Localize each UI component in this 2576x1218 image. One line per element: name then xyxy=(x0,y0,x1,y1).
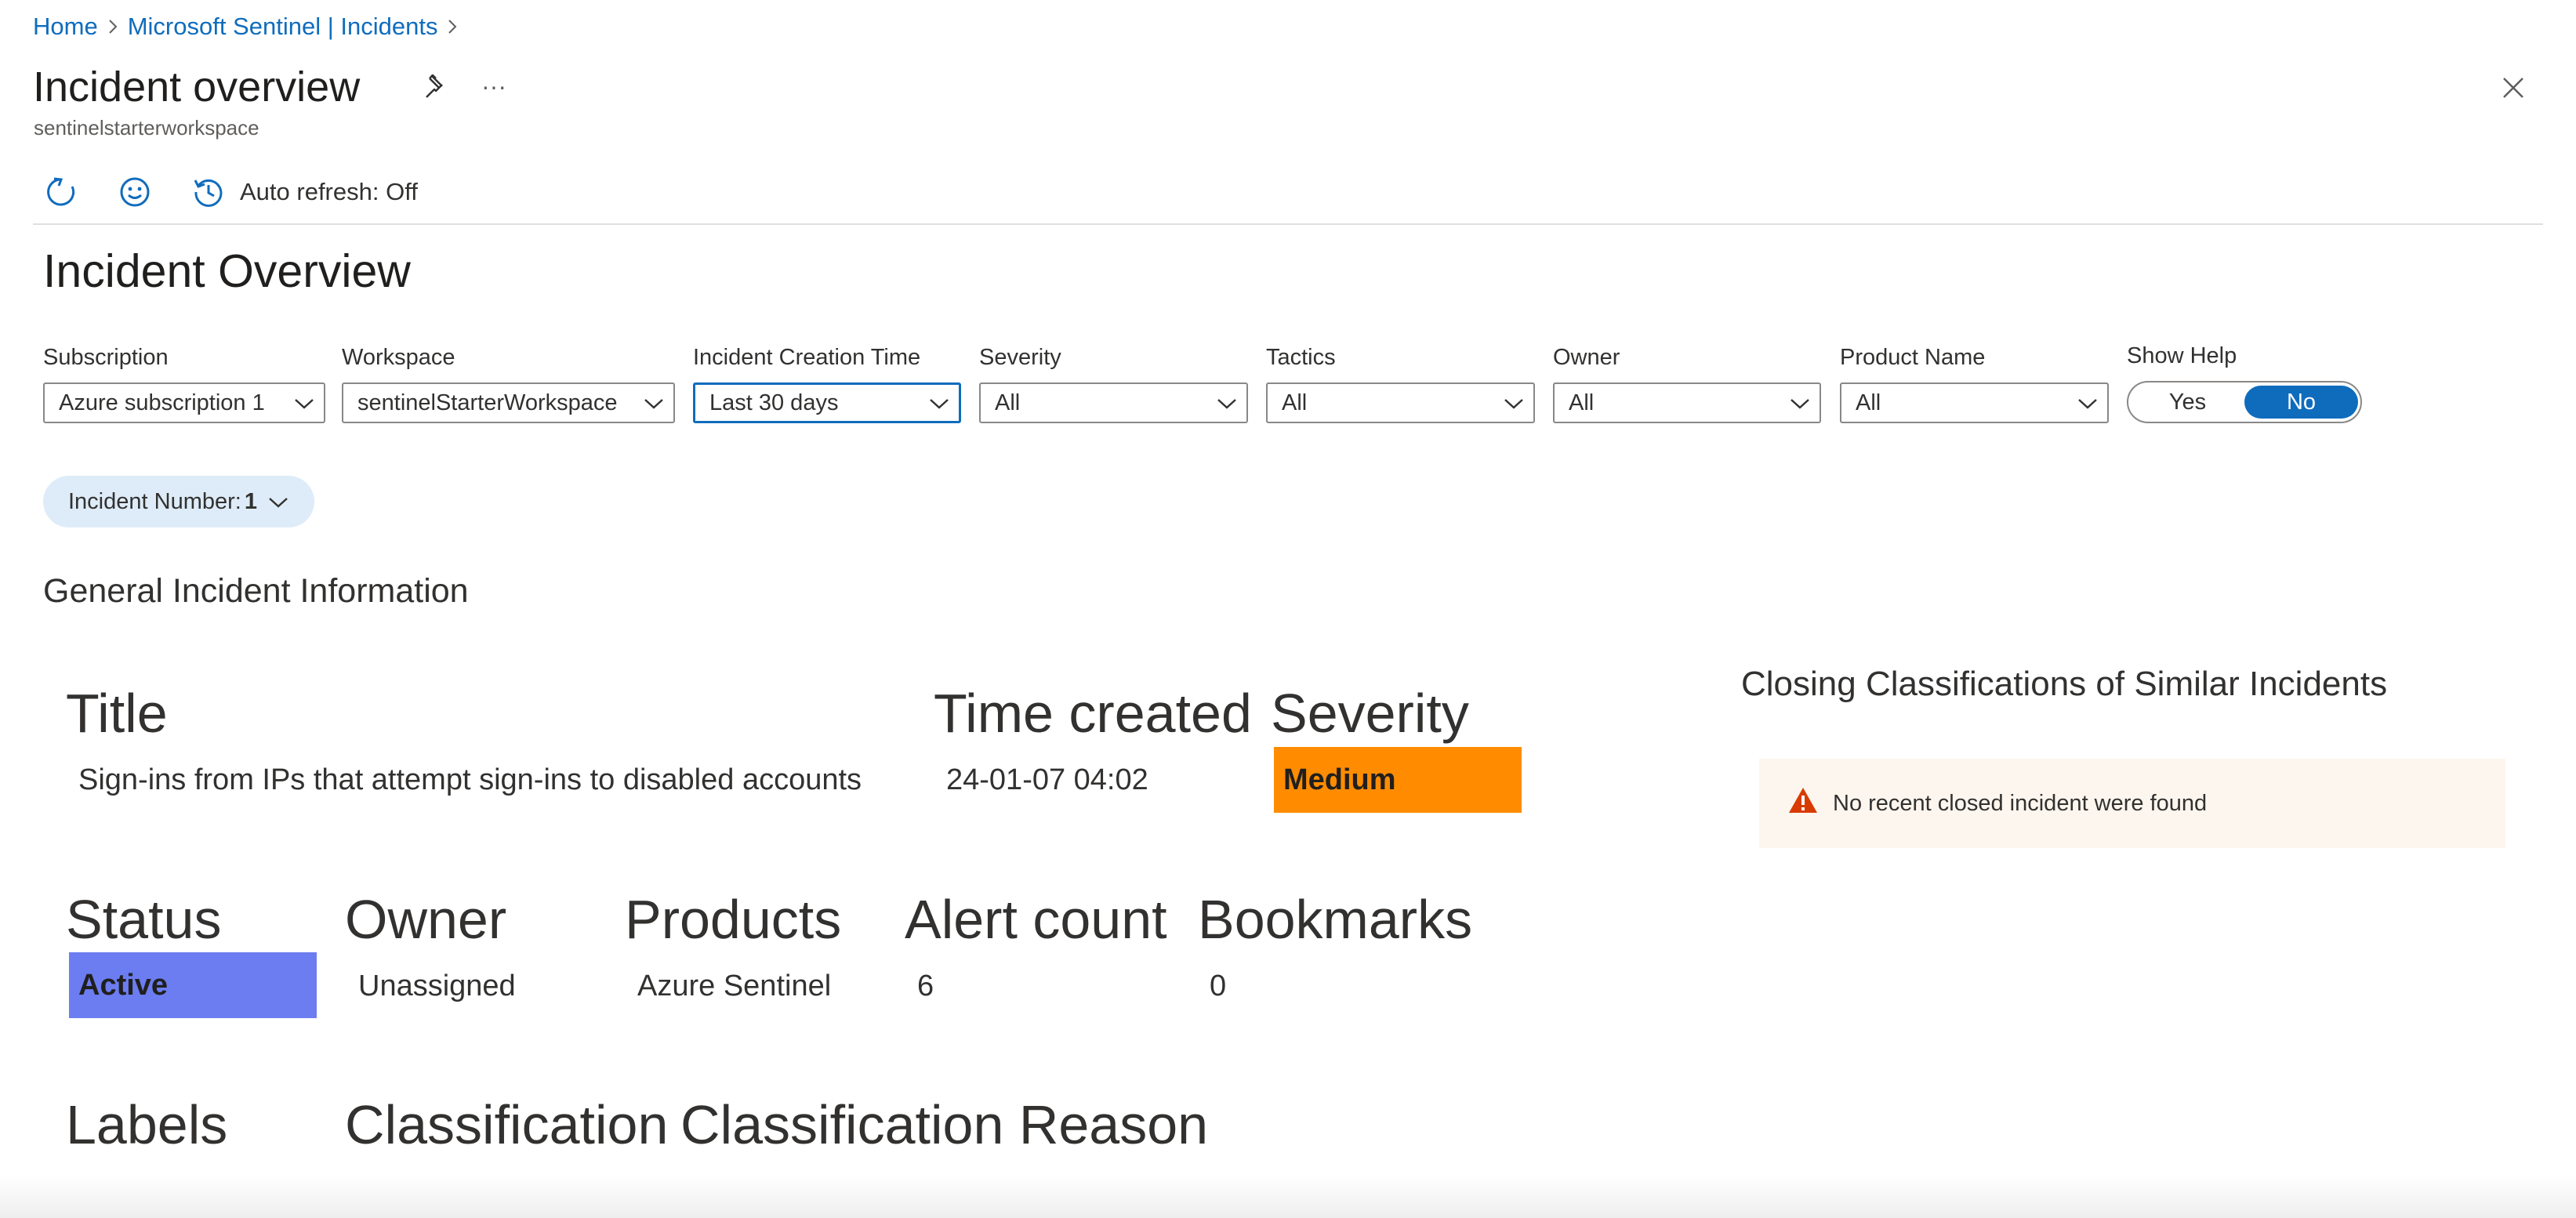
breadcrumb-home[interactable]: Home xyxy=(33,13,98,41)
product-name-dropdown[interactable]: All xyxy=(1840,382,2109,423)
products-value: Azure Sentinel xyxy=(637,970,832,1002)
bookmarks-label: Bookmarks xyxy=(1198,889,1473,950)
title-value: Sign-ins from IPs that attempt sign-ins … xyxy=(78,763,862,796)
alert-count-value: 6 xyxy=(917,970,934,1002)
severity-label: Severity xyxy=(1271,683,1469,744)
owner-value: Unassigned xyxy=(358,970,516,1002)
tactics-value: All xyxy=(1282,390,1308,415)
products-label: Products xyxy=(625,889,842,950)
chevron-right-icon xyxy=(437,18,467,35)
show-help-label: Show Help xyxy=(2127,343,2237,368)
pin-icon[interactable] xyxy=(419,69,451,103)
severity-dropdown[interactable]: All xyxy=(979,382,1248,423)
subscription-value: Azure subscription 1 xyxy=(59,390,265,415)
close-icon[interactable] xyxy=(2496,71,2531,105)
workspace-label: Workspace xyxy=(342,345,455,370)
classification-label: Classification xyxy=(345,1094,669,1155)
warning-icon xyxy=(1787,786,1819,821)
title-label: Title xyxy=(66,683,168,744)
show-help-no[interactable]: No xyxy=(2244,386,2358,419)
workspace-value: sentinelStarterWorkspace xyxy=(357,390,618,415)
refresh-icon[interactable] xyxy=(41,172,82,212)
creation-time-dropdown[interactable]: Last 30 days xyxy=(693,382,961,423)
chevron-down-icon xyxy=(1790,390,1810,416)
chevron-down-icon xyxy=(1217,390,1237,416)
classification-reason-label: Classification Reason xyxy=(680,1094,1209,1155)
incident-number-value: 1 xyxy=(244,488,257,514)
no-closed-incidents-notice: No recent closed incident were found xyxy=(1759,759,2505,848)
severity-badge: Medium xyxy=(1274,747,1522,813)
auto-refresh-button[interactable]: Auto refresh: Off xyxy=(240,178,418,206)
page-title: Incident overview xyxy=(33,63,361,111)
tactics-label: Tactics xyxy=(1266,345,1336,370)
chevron-right-icon xyxy=(98,18,128,35)
owner-label: Owner xyxy=(345,889,507,950)
workspace-subtitle: sentinelstarterworkspace xyxy=(34,116,259,140)
bottom-scroll-fade xyxy=(0,1176,2576,1218)
severity-filter-label: Severity xyxy=(979,345,1061,370)
chevron-down-icon xyxy=(268,489,288,515)
workbook-title: Incident Overview xyxy=(43,245,411,297)
history-icon[interactable] xyxy=(188,172,229,212)
show-help-yes[interactable]: Yes xyxy=(2131,386,2244,419)
chevron-down-icon xyxy=(2077,390,2098,416)
status-badge: Active xyxy=(69,952,317,1018)
breadcrumb-incidents[interactable]: Microsoft Sentinel | Incidents xyxy=(128,13,438,41)
subscription-dropdown[interactable]: Azure subscription 1 xyxy=(43,382,325,423)
severity-filter-value: All xyxy=(995,390,1021,415)
owner-filter-value: All xyxy=(1569,390,1595,415)
general-info-heading: General Incident Information xyxy=(43,572,469,610)
labels-label: Labels xyxy=(66,1094,228,1155)
chevron-down-icon xyxy=(294,390,314,416)
owner-filter-label: Owner xyxy=(1553,345,1620,370)
owner-dropdown[interactable]: All xyxy=(1553,382,1821,423)
bookmarks-value: 0 xyxy=(1210,970,1227,1002)
status-label: Status xyxy=(66,889,222,950)
chevron-down-icon xyxy=(644,390,664,416)
product-name-value: All xyxy=(1856,390,1881,415)
subscription-label: Subscription xyxy=(43,345,169,370)
creation-time-label: Incident Creation Time xyxy=(693,345,921,370)
incident-number-label: Incident Number: xyxy=(68,488,241,514)
smiley-icon[interactable] xyxy=(114,172,155,212)
toolbar-divider xyxy=(33,223,2543,225)
alert-count-label: Alert count xyxy=(905,889,1167,950)
tactics-dropdown[interactable]: All xyxy=(1266,382,1535,423)
notice-text: No recent closed incident were found xyxy=(1833,790,2208,816)
time-created-value: 24-01-07 04:02 xyxy=(946,763,1148,796)
closing-classifications-title: Closing Classifications of Similar Incid… xyxy=(1741,665,2388,703)
product-name-label: Product Name xyxy=(1840,345,1986,370)
chevron-down-icon xyxy=(929,390,949,416)
breadcrumb: Home Microsoft Sentinel | Incidents xyxy=(33,11,467,42)
incident-number-dropdown[interactable]: Incident Number: 1 xyxy=(43,476,314,527)
more-icon[interactable]: ··· xyxy=(478,71,510,102)
chevron-down-icon xyxy=(1504,390,1524,416)
toolbar: Auto refresh: Off xyxy=(41,172,418,212)
creation-time-value: Last 30 days xyxy=(709,390,839,415)
show-help-toggle[interactable]: Yes No xyxy=(2127,381,2362,423)
time-created-label: Time created xyxy=(934,683,1252,744)
workspace-dropdown[interactable]: sentinelStarterWorkspace xyxy=(342,382,675,423)
